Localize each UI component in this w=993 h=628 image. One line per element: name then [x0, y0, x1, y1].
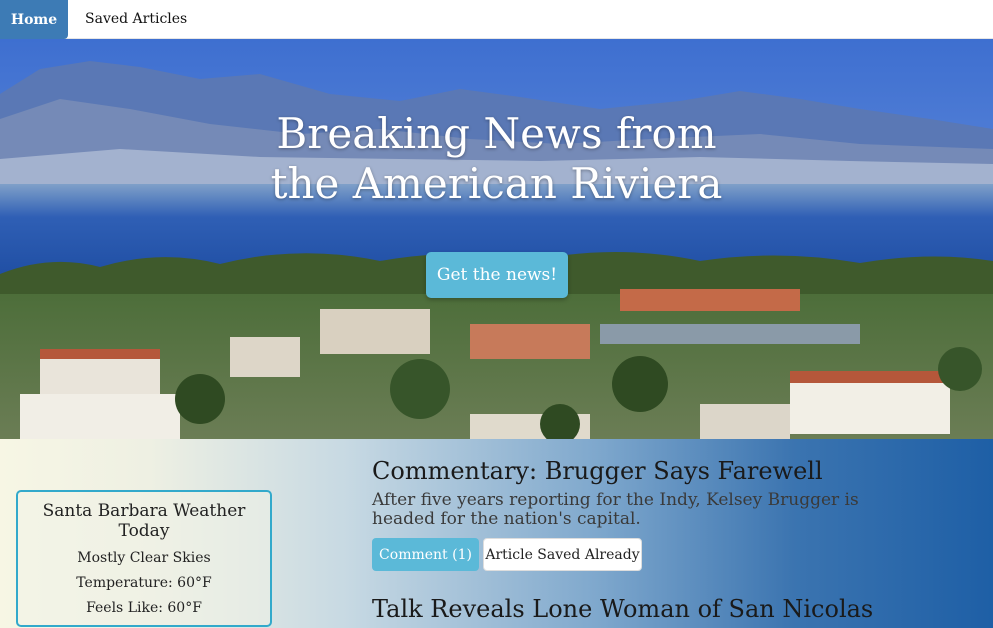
- get-news-button[interactable]: Get the news!: [426, 252, 568, 298]
- nav-saved-articles-link[interactable]: Saved Articles: [68, 0, 204, 38]
- comment-button[interactable]: Comment (1): [372, 538, 479, 571]
- article-title[interactable]: Talk Reveals Lone Woman of San Nicolas: [372, 595, 972, 624]
- article-saved-button[interactable]: Article Saved Already: [483, 538, 642, 571]
- hero-background-image: [0, 39, 993, 439]
- weather-conditions: Mostly Clear Skies: [77, 550, 211, 566]
- article-list: Commentary: Brugger Says Farewell After …: [372, 456, 892, 571]
- article-item: Talk Reveals Lone Woman of San Nicolas: [372, 595, 972, 624]
- content-area: Santa Barbara Weather Today Mostly Clear…: [0, 439, 993, 628]
- article-title[interactable]: Commentary: Brugger Says Farewell: [372, 456, 892, 486]
- article-actions: Comment (1) Article Saved Already: [372, 538, 892, 571]
- weather-feels-like: Feels Like: 60°F: [86, 600, 202, 616]
- hero-title-line-2: the American Riviera: [270, 159, 723, 208]
- weather-widget: Santa Barbara Weather Today Mostly Clear…: [16, 490, 272, 627]
- hero-title-line-1: Breaking News from: [276, 109, 717, 158]
- nav-home-tab[interactable]: Home: [0, 0, 68, 39]
- weather-temperature: Temperature: 60°F: [76, 575, 212, 591]
- hero-title: Breaking News from the American Riviera: [0, 109, 993, 209]
- top-nav: Home Saved Articles: [0, 0, 993, 39]
- hero-banner: Breaking News from the American Riviera …: [0, 39, 993, 439]
- article-item: Commentary: Brugger Says Farewell After …: [372, 456, 892, 571]
- article-summary: After five years reporting for the Indy,…: [372, 490, 859, 529]
- weather-title: Santa Barbara Weather Today: [42, 501, 246, 541]
